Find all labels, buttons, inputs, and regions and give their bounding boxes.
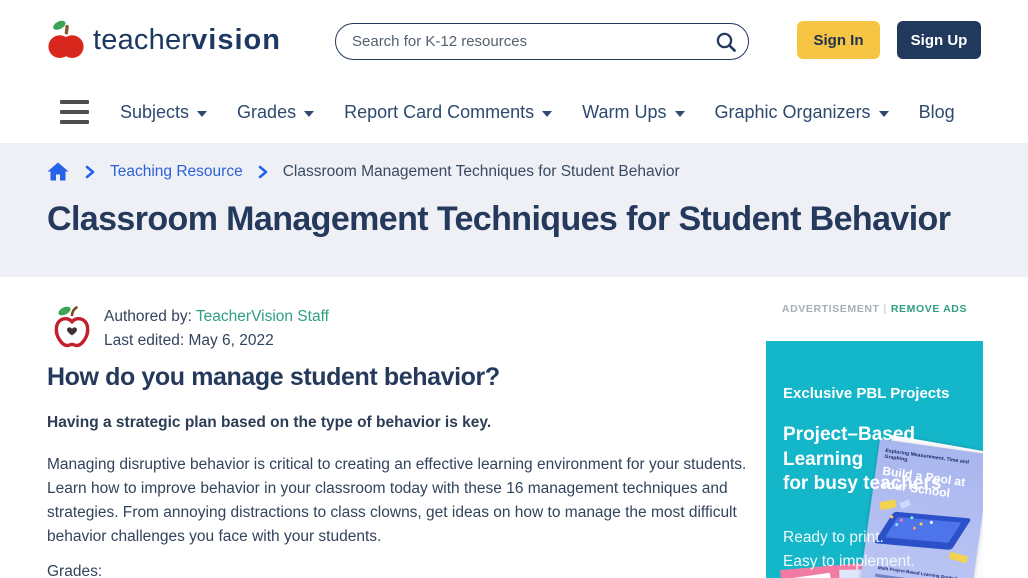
- authored-by-line: Authored by: TeacherVision Staff: [104, 305, 329, 329]
- nav-item-graphic-organizers[interactable]: Graphic Organizers: [715, 102, 889, 123]
- ad-headline: Project–Based Learning for busy teachers: [783, 423, 941, 497]
- search-button[interactable]: [714, 30, 738, 54]
- brand-second: vision: [191, 24, 281, 56]
- site-header: teachervision Sign In Sign Up: [0, 0, 1028, 80]
- chevron-right-icon: [83, 164, 97, 180]
- ad-benefit-1: Ready to print.: [783, 529, 884, 547]
- advertisement-banner[interactable]: Exploring Measurement, Time and Graphing…: [766, 341, 983, 578]
- nav-item-label: Subjects: [120, 102, 189, 123]
- brand-first: teacher: [93, 24, 191, 56]
- ad-label-row: ADVERTISEMENT|REMOVE ADS: [766, 303, 983, 315]
- breadcrumb: Teaching Resource Classroom Management T…: [46, 160, 680, 184]
- nav-item-label: Grades: [237, 102, 296, 123]
- home-icon[interactable]: [46, 160, 70, 184]
- remove-ads-link[interactable]: REMOVE ADS: [891, 303, 967, 315]
- pool-shape: [874, 512, 972, 550]
- ad-benefit-2: Easy to implement.: [783, 553, 915, 571]
- nav-items: Subjects Grades Report Card Comments War…: [120, 80, 955, 144]
- nav-item-label: Blog: [919, 102, 955, 123]
- search-icon: [714, 30, 738, 54]
- chevron-right-icon: [256, 164, 270, 180]
- chevron-down-icon: [304, 111, 314, 117]
- chevron-down-icon: [675, 111, 685, 117]
- page-title: Classroom Management Techniques for Stud…: [47, 199, 1007, 239]
- ad-label-divider: |: [880, 303, 891, 315]
- body-text: Managing disruptive behavior is critical…: [47, 453, 747, 549]
- menu-button[interactable]: [60, 100, 89, 124]
- nav-item-subjects[interactable]: Subjects: [120, 102, 207, 123]
- advertisement-label: ADVERTISEMENT: [782, 303, 880, 315]
- author-apple-avatar-icon: [50, 303, 94, 349]
- nav-item-label: Warm Ups: [582, 102, 666, 123]
- menu-icon: [60, 100, 89, 104]
- page-root: teachervision Sign In Sign Up Subjects G…: [0, 0, 1028, 578]
- lead-text: Having a strategic plan based on the typ…: [47, 414, 491, 432]
- brand-name: teachervision: [93, 24, 281, 57]
- nav-item-label: Report Card Comments: [344, 102, 534, 123]
- author-link[interactable]: TeacherVision Staff: [196, 308, 329, 325]
- last-edited: Last edited: May 6, 2022: [104, 329, 329, 353]
- ad-eyebrow: Exclusive PBL Projects: [783, 385, 949, 402]
- chevron-down-icon: [542, 111, 552, 117]
- main-nav: Subjects Grades Report Card Comments War…: [0, 80, 1028, 144]
- chevron-down-icon: [197, 111, 207, 117]
- authored-by-label: Authored by:: [104, 308, 196, 325]
- search-input[interactable]: [352, 33, 714, 50]
- breadcrumb-link-teaching-resource[interactable]: Teaching Resource: [110, 163, 243, 181]
- nav-item-label: Graphic Organizers: [715, 102, 871, 123]
- sign-up-button[interactable]: Sign Up: [897, 21, 981, 59]
- grades-label: Grades:: [47, 563, 102, 578]
- search-bar: [335, 23, 749, 60]
- article-content: Authored by: TeacherVision Staff Last ed…: [0, 277, 745, 578]
- author-block: Authored by: TeacherVision Staff Last ed…: [104, 305, 329, 353]
- nav-item-warm-ups[interactable]: Warm Ups: [582, 102, 684, 123]
- breadcrumb-current: Classroom Management Techniques for Stud…: [283, 163, 680, 181]
- logo[interactable]: teachervision: [47, 18, 281, 62]
- sign-in-button[interactable]: Sign In: [797, 21, 880, 59]
- logo-apple-icon: [47, 18, 85, 62]
- chevron-down-icon: [879, 111, 889, 117]
- section-heading: How do you manage student behavior?: [47, 363, 500, 392]
- hero-band: Teaching Resource Classroom Management T…: [0, 143, 1028, 277]
- nav-item-grades[interactable]: Grades: [237, 102, 314, 123]
- nav-item-report-card-comments[interactable]: Report Card Comments: [344, 102, 552, 123]
- nav-item-blog[interactable]: Blog: [919, 102, 955, 123]
